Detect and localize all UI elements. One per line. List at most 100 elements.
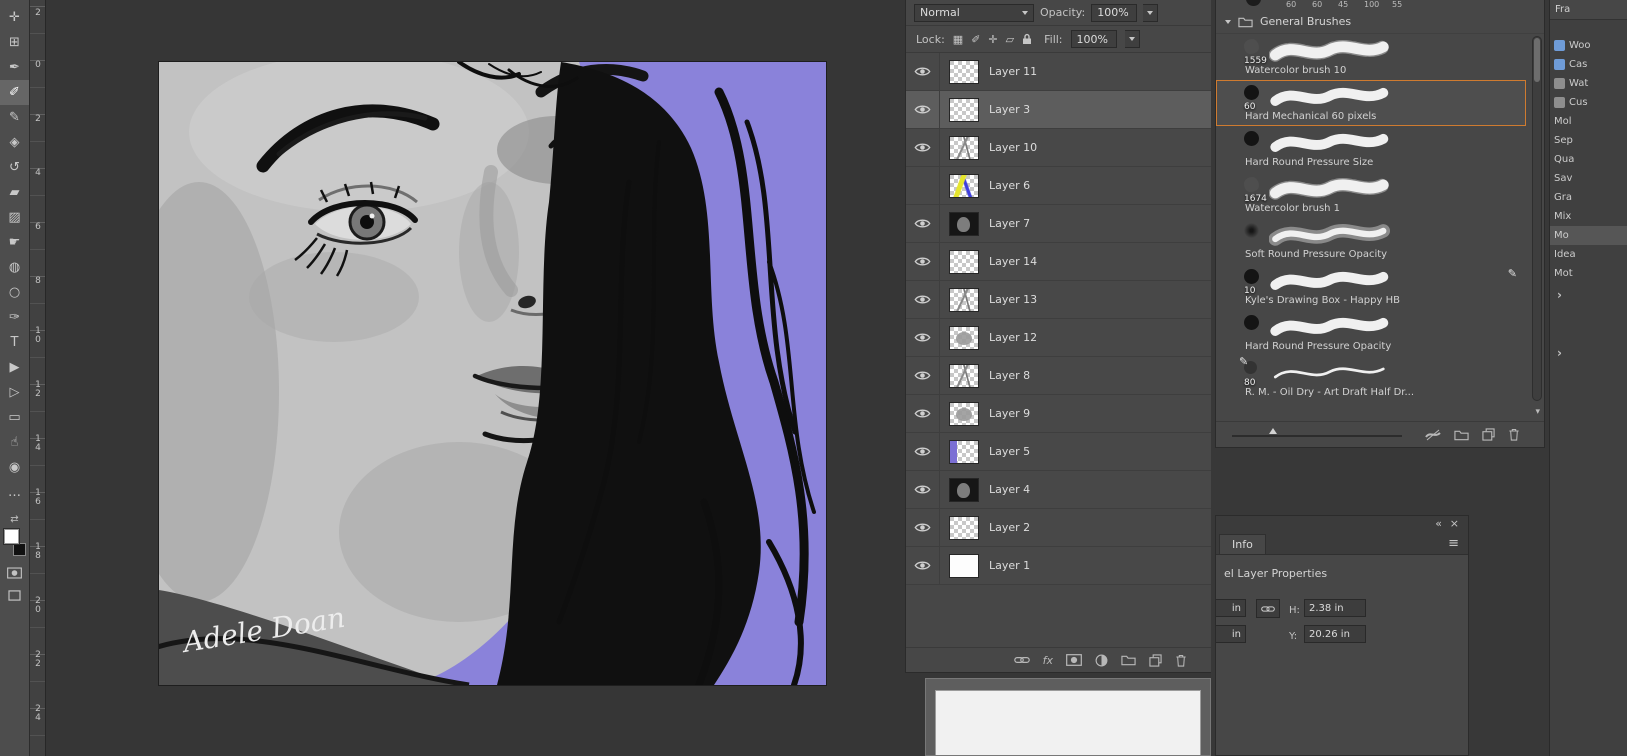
- lock-artboard-icon[interactable]: ▱: [1006, 33, 1014, 46]
- adjustment-layer-icon[interactable]: [1095, 654, 1108, 667]
- foreground-color-swatch[interactable]: [4, 529, 19, 544]
- brush-preset[interactable]: Hard Round Pressure Opacity ✎: [1216, 310, 1526, 356]
- brush-preset[interactable]: 1559 Watercolor brush 10 ✎: [1216, 34, 1526, 80]
- fill-dropdown-button[interactable]: [1125, 30, 1140, 48]
- brush-group-item[interactable]: Idea: [1550, 245, 1627, 264]
- layer-visibility-toggle[interactable]: [906, 433, 940, 470]
- brushes-scrollbar[interactable]: [1532, 36, 1542, 401]
- brush-group-item[interactable]: Gra: [1550, 188, 1627, 207]
- lock-transparency-icon[interactable]: ▦: [953, 33, 963, 46]
- layer-visibility-toggle[interactable]: [906, 167, 940, 204]
- opacity-dropdown-button[interactable]: [1143, 4, 1158, 22]
- tool-button[interactable]: [0, 230, 29, 255]
- layer-visibility-toggle[interactable]: [906, 91, 940, 128]
- tool-button[interactable]: [0, 5, 29, 30]
- layer-thumbnail[interactable]: [949, 288, 979, 312]
- blend-mode-dropdown[interactable]: Normal: [914, 4, 1034, 22]
- new-group-icon[interactable]: [1121, 654, 1136, 666]
- new-brush-icon[interactable]: [1482, 428, 1495, 441]
- layer-row[interactable]: Layer 1: [906, 547, 1211, 585]
- scroll-down-icon[interactable]: ▾: [1535, 408, 1540, 417]
- expand-chevron-icon[interactable]: ›: [1557, 288, 1562, 302]
- layer-visibility-toggle[interactable]: [906, 395, 940, 432]
- tool-button[interactable]: [0, 480, 29, 505]
- layer-row[interactable]: Layer 5: [906, 433, 1211, 471]
- panel-menu-icon[interactable]: ≡: [1448, 536, 1459, 551]
- layer-thumbnail[interactable]: [949, 250, 979, 274]
- brush-preset[interactable]: 1674 Watercolor brush 1 ✎: [1216, 172, 1526, 218]
- layer-row[interactable]: Layer 2: [906, 509, 1211, 547]
- layer-visibility-toggle[interactable]: [906, 129, 940, 166]
- slider-marker[interactable]: [1269, 428, 1277, 434]
- layer-thumbnail[interactable]: [949, 136, 979, 160]
- new-layer-icon[interactable]: [1149, 654, 1162, 667]
- layer-row[interactable]: Layer 9: [906, 395, 1211, 433]
- delete-brush-icon[interactable]: [1508, 428, 1520, 441]
- lock-position-icon[interactable]: ✛: [988, 33, 997, 46]
- document-preview[interactable]: [925, 678, 1211, 756]
- brush-group-header[interactable]: General Brushes: [1216, 10, 1544, 34]
- tool-button[interactable]: [0, 180, 29, 205]
- screen-mode-icon[interactable]: [0, 590, 29, 601]
- layer-visibility-toggle[interactable]: [906, 281, 940, 318]
- brush-size-slider[interactable]: [1232, 435, 1402, 437]
- layer-visibility-toggle[interactable]: [906, 53, 940, 90]
- tool-button[interactable]: [0, 130, 29, 155]
- tool-button[interactable]: [0, 355, 29, 380]
- brush-group-item[interactable]: Cus: [1550, 93, 1627, 112]
- color-swatches[interactable]: [3, 529, 27, 556]
- background-color-swatch[interactable]: [13, 543, 26, 556]
- layer-row[interactable]: Layer 13: [906, 281, 1211, 319]
- layer-visibility-toggle[interactable]: [906, 357, 940, 394]
- add-layer-mask-icon[interactable]: [1066, 654, 1082, 666]
- tool-button[interactable]: [0, 30, 29, 55]
- height-field[interactable]: 2.38 in: [1304, 599, 1366, 617]
- tool-button[interactable]: [0, 80, 29, 105]
- brush-group-item[interactable]: Qua: [1550, 150, 1627, 169]
- tab-info[interactable]: Info: [1219, 534, 1266, 554]
- tool-button[interactable]: [0, 55, 29, 80]
- layer-thumbnail[interactable]: [949, 440, 979, 464]
- brush-group-item[interactable]: Mix: [1550, 207, 1627, 226]
- tool-button[interactable]: [0, 305, 29, 330]
- tool-button[interactable]: [0, 330, 29, 355]
- swap-colors-icon[interactable]: ⇄: [0, 511, 29, 527]
- tool-button[interactable]: [0, 205, 29, 230]
- brush-group-item[interactable]: Wat: [1550, 74, 1627, 93]
- brush-group-item[interactable]: Sep: [1550, 131, 1627, 150]
- layer-row[interactable]: Layer 4: [906, 471, 1211, 509]
- layer-row[interactable]: Layer 12: [906, 319, 1211, 357]
- brush-group-item[interactable]: Mot: [1550, 264, 1627, 283]
- width-field[interactable]: in: [1216, 599, 1246, 617]
- layer-row[interactable]: Layer 8: [906, 357, 1211, 395]
- brush-preset[interactable]: Soft Round Pressure Opacity ✎: [1216, 218, 1526, 264]
- tool-button[interactable]: [0, 455, 29, 480]
- brush-group-item[interactable]: Woo: [1550, 36, 1627, 55]
- brush-preset[interactable]: Hard Round Pressure Size ✎: [1216, 126, 1526, 172]
- layer-row[interactable]: Layer 11: [906, 53, 1211, 91]
- tool-button[interactable]: [0, 380, 29, 405]
- collapse-panels-icon[interactable]: «: [1435, 517, 1442, 530]
- lock-all-icon[interactable]: [1022, 33, 1032, 45]
- layer-visibility-toggle[interactable]: [906, 509, 940, 546]
- layer-thumbnail[interactable]: [949, 212, 979, 236]
- layer-visibility-toggle[interactable]: [906, 205, 940, 242]
- layer-visibility-toggle[interactable]: [906, 243, 940, 280]
- layer-thumbnail[interactable]: [949, 402, 979, 426]
- brush-group-item[interactable]: Cas: [1550, 55, 1627, 74]
- opacity-input[interactable]: 100%: [1091, 4, 1137, 22]
- tool-button[interactable]: [0, 255, 29, 280]
- layer-thumbnail[interactable]: [949, 326, 979, 350]
- tool-button[interactable]: [0, 155, 29, 180]
- document-canvas[interactable]: Adele Doan: [159, 62, 826, 685]
- layer-row[interactable]: Layer 6: [906, 167, 1211, 205]
- tool-button[interactable]: [0, 430, 29, 455]
- y-position-field[interactable]: 20.26 in: [1304, 625, 1366, 643]
- scrollbar-thumb[interactable]: [1534, 38, 1540, 82]
- brush-group-item[interactable]: Sav: [1550, 169, 1627, 188]
- expand-chevron-icon[interactable]: ›: [1557, 346, 1562, 360]
- tool-button[interactable]: [0, 105, 29, 130]
- layer-thumbnail[interactable]: [949, 60, 979, 84]
- link-layers-icon[interactable]: [1014, 656, 1030, 664]
- quick-mask-icon[interactable]: [0, 567, 29, 579]
